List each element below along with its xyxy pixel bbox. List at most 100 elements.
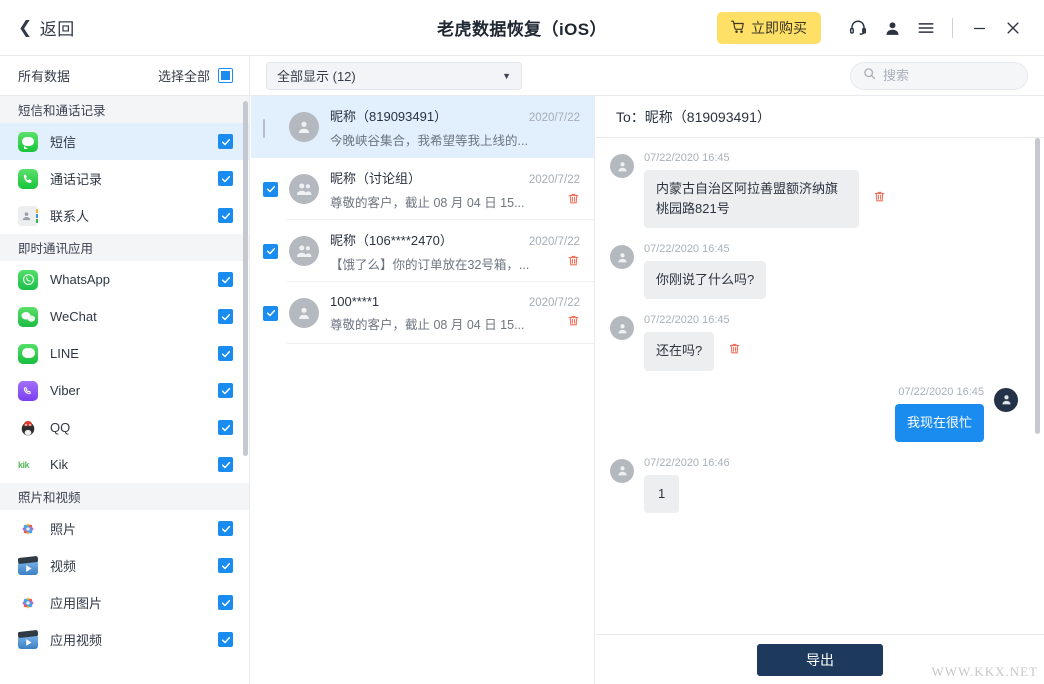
sidebar-item-label: QQ <box>50 420 218 435</box>
sidebar-item-label: 应用图片 <box>50 593 218 612</box>
row-preview: 尊敬的客户，截止 08 月 04 日 15... <box>330 314 525 333</box>
sidebar-group-header: 即时通讯应用 <box>0 234 249 261</box>
sidebar-item-checkbox[interactable] <box>218 272 233 287</box>
table-row[interactable]: 昵称（106****2470） 2020/7/22 【饿了么】你的订单放在32号… <box>251 220 594 282</box>
message-timestamp: 07/22/2020 16:45 <box>644 314 755 326</box>
conversation-list: 昵称（819093491） 2020/7/22 今晚峡谷集合，我希望等我上线的.… <box>251 96 595 684</box>
sidebar-item-call-history[interactable]: 通话记录 <box>0 160 249 197</box>
sidebar-item-app-videos[interactable]: 应用视频 <box>0 621 249 658</box>
avatar-group <box>289 174 319 204</box>
photos-icon <box>18 519 38 539</box>
sidebar: 短信和通话记录 短信 通话记录 <box>0 96 250 684</box>
sidebar-item-app-photos[interactable]: 应用图片 <box>0 584 249 621</box>
chat-messages: 07/22/2020 16:45 内蒙古自治区阿拉善盟额济纳旗桃园路821号 <box>596 138 1044 634</box>
avatar <box>610 316 634 340</box>
row-checkbox[interactable] <box>263 306 278 321</box>
minimize-icon[interactable] <box>962 11 996 45</box>
chat-message-incoming: 07/22/2020 16:45 还在吗? <box>610 314 1018 370</box>
app-photos-icon <box>18 593 38 613</box>
sidebar-item-label: Kik <box>50 457 218 472</box>
sidebar-item-checkbox[interactable] <box>218 346 233 361</box>
table-row[interactable]: 昵称（819093491） 2020/7/22 今晚峡谷集合，我希望等我上线的.… <box>251 96 594 158</box>
avatar <box>289 298 319 328</box>
app-videos-icon <box>18 630 38 650</box>
sidebar-item-checkbox[interactable] <box>218 420 233 435</box>
avatar <box>610 459 634 483</box>
sidebar-item-checkbox[interactable] <box>218 558 233 573</box>
sidebar-item-kik[interactable]: kik Kik <box>0 446 249 483</box>
message-timestamp: 07/22/2020 16:45 <box>644 243 766 255</box>
export-button[interactable]: 导出 <box>757 644 883 676</box>
application-window: ❮ 返回 老虎数据恢复（iOS） 立即购买 <box>0 0 1044 684</box>
message-bubble: 1 <box>644 475 679 513</box>
sidebar-item-checkbox[interactable] <box>218 383 233 398</box>
select-all-control[interactable]: 选择全部 <box>158 66 233 85</box>
row-date: 2020/7/22 <box>521 236 580 248</box>
sidebar-scrollbar[interactable] <box>243 101 248 456</box>
title-bar: ❮ 返回 老虎数据恢复（iOS） 立即购买 <box>0 0 1044 56</box>
delete-icon[interactable] <box>728 342 741 360</box>
search-field[interactable] <box>850 62 1028 90</box>
sidebar-item-checkbox[interactable] <box>218 595 233 610</box>
back-button[interactable]: ❮ 返回 <box>18 15 75 40</box>
row-checkbox[interactable] <box>263 244 278 259</box>
close-icon[interactable] <box>996 11 1030 45</box>
sidebar-item-label: 照片 <box>50 519 218 538</box>
row-preview: 【饿了么】你的订单放在32号箱，... <box>330 254 529 273</box>
sidebar-item-checkbox[interactable] <box>218 134 233 149</box>
delete-icon[interactable] <box>559 254 580 272</box>
avatar <box>610 154 634 178</box>
table-row[interactable]: 100****1 2020/7/22 尊敬的客户，截止 08 月 04 日 15… <box>251 282 594 344</box>
sidebar-item-checkbox[interactable] <box>218 521 233 536</box>
chevron-left-icon: ❮ <box>18 19 33 36</box>
sidebar-item-videos[interactable]: 视频 <box>0 547 249 584</box>
chat-message-incoming: 07/22/2020 16:46 1 <box>610 457 1018 513</box>
sidebar-group-header: 短信和通话记录 <box>0 96 249 123</box>
row-preview: 尊敬的客户，截止 08 月 04 日 15... <box>330 192 525 211</box>
sidebar-item-checkbox[interactable] <box>218 309 233 324</box>
contacts-icon <box>18 206 38 226</box>
select-all-checkbox[interactable] <box>218 68 233 83</box>
select-all-label: 选择全部 <box>158 66 210 85</box>
sidebar-item-photos[interactable]: 照片 <box>0 510 249 547</box>
person-icon[interactable] <box>875 11 909 45</box>
toolbar-divider <box>952 18 953 38</box>
sidebar-item-whatsapp[interactable]: WhatsApp <box>0 261 249 298</box>
row-title: 昵称（819093491） <box>330 106 447 125</box>
chevron-down-icon: ▼ <box>502 71 511 81</box>
wechat-icon <box>18 307 38 327</box>
sidebar-item-label: 联系人 <box>50 206 218 225</box>
filter-dropdown-value: 全部显示 (12) <box>277 66 356 85</box>
hamburger-menu-icon[interactable] <box>909 11 943 45</box>
message-bubble: 内蒙古自治区阿拉善盟额济纳旗桃园路821号 <box>644 170 859 228</box>
buy-now-label: 立即购买 <box>751 18 807 38</box>
sidebar-item-checkbox[interactable] <box>218 171 233 186</box>
titlebar-actions: 立即购买 <box>717 0 1030 56</box>
headset-icon[interactable] <box>841 11 875 45</box>
sidebar-item-sms[interactable]: 短信 <box>0 123 249 160</box>
sidebar-item-viber[interactable]: Viber <box>0 372 249 409</box>
table-row[interactable]: 昵称（讨论组） 2020/7/22 尊敬的客户，截止 08 月 04 日 15.… <box>251 158 594 220</box>
delete-icon[interactable] <box>559 314 580 332</box>
delete-icon[interactable] <box>559 192 580 210</box>
delete-icon[interactable] <box>873 190 886 208</box>
sidebar-item-line[interactable]: LINE <box>0 335 249 372</box>
row-checkbox[interactable] <box>263 120 278 135</box>
search-input[interactable] <box>883 68 1013 83</box>
buy-now-button[interactable]: 立即购买 <box>717 12 821 44</box>
filter-dropdown[interactable]: 全部显示 (12) ▼ <box>266 62 522 90</box>
chat-message-outgoing: 07/22/2020 16:45 我现在很忙 <box>610 386 1018 442</box>
sidebar-item-checkbox[interactable] <box>218 457 233 472</box>
sidebar-item-checkbox[interactable] <box>218 632 233 647</box>
sidebar-item-wechat[interactable]: WeChat <box>0 298 249 335</box>
sidebar-item-label: Viber <box>50 383 218 398</box>
sidebar-item-checkbox[interactable] <box>218 208 233 223</box>
chat-scrollbar[interactable] <box>1035 138 1040 434</box>
row-date: 2020/7/22 <box>521 112 580 124</box>
list-toolbar: 全部显示 (12) ▼ <box>250 56 1044 96</box>
row-checkbox[interactable] <box>263 182 278 197</box>
sidebar-item-qq[interactable]: QQ <box>0 409 249 446</box>
row-title: 100****1 <box>330 294 379 309</box>
sidebar-item-contacts[interactable]: 联系人 <box>0 197 249 234</box>
avatar <box>610 245 634 269</box>
